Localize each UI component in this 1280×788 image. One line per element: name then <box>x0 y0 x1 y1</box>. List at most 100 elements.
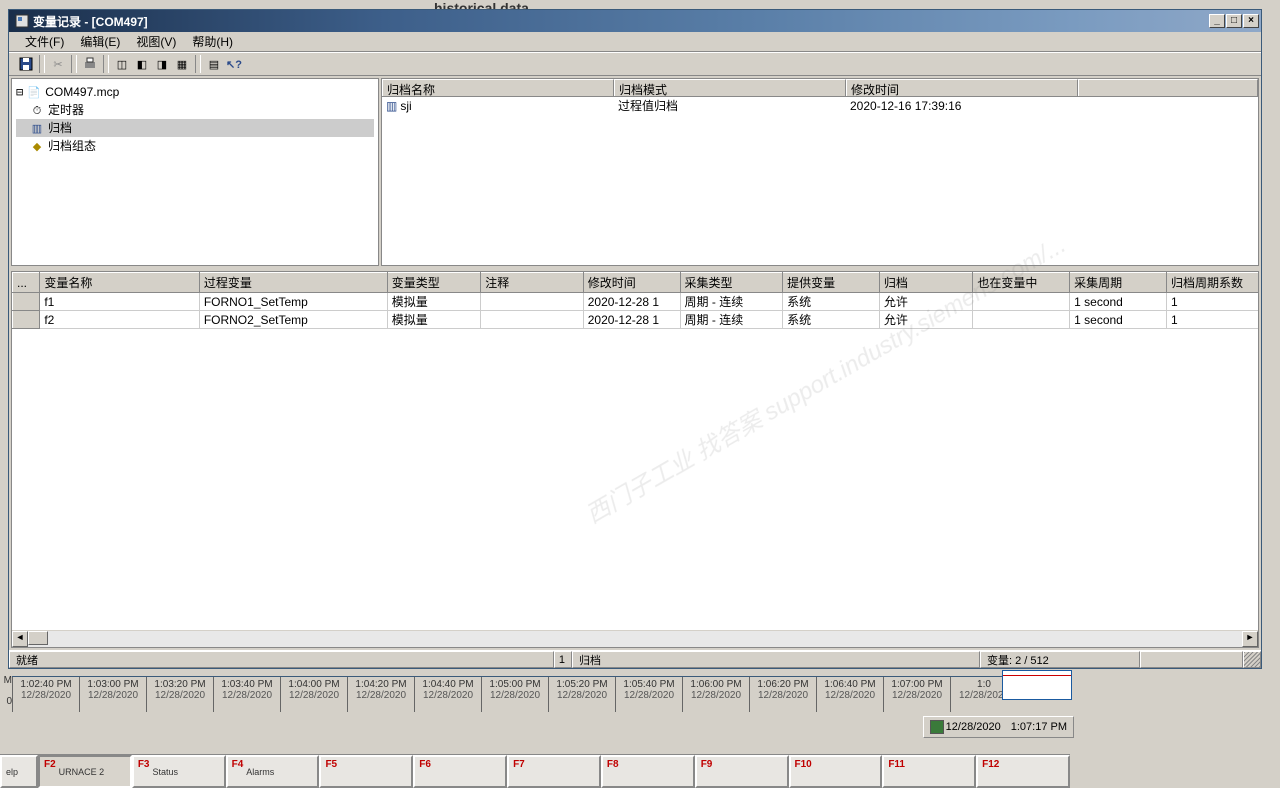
row-handle[interactable] <box>13 311 40 329</box>
cell-archive[interactable]: 允许 <box>879 311 972 329</box>
fkey-f2[interactable]: F2URNACE 2 <box>38 755 132 788</box>
cut-icon[interactable]: ✂ <box>49 55 67 73</box>
cell-vartype[interactable]: 模拟量 <box>387 311 480 329</box>
time-tick: 1:02:40 PM12/28/2020 <box>12 677 79 712</box>
col-alsoin[interactable]: 也在变量中 <box>973 273 1070 293</box>
scroll-right-button[interactable]: ► <box>1242 631 1258 647</box>
tree-item-archive[interactable]: ▥ 归档 <box>16 119 374 137</box>
menu-help[interactable]: 帮助(H) <box>184 31 241 52</box>
tool-icon-1[interactable]: ◫ <box>113 55 131 73</box>
table-row[interactable]: f1FORNO1_SetTemp模拟量 2020-12-28 1周期 - 连续系统… <box>13 293 1259 311</box>
col-comment[interactable]: 注释 <box>481 273 584 293</box>
row-handle[interactable] <box>13 293 40 311</box>
fkey-f5[interactable]: F5 <box>319 755 413 788</box>
cell-factor[interactable]: 1 <box>1166 293 1258 311</box>
grid-hscrollbar[interactable]: ◄ ► <box>12 630 1258 647</box>
fkey-help[interactable]: elp <box>0 755 38 788</box>
close-button[interactable]: × <box>1243 14 1259 28</box>
fkey-f6[interactable]: F6 <box>413 755 507 788</box>
archive-modtime-value: 2020-12-16 17:39:16 <box>846 99 1078 113</box>
time-tick: 1:05:40 PM12/28/2020 <box>615 677 682 712</box>
tray-icon[interactable] <box>930 720 944 734</box>
maximize-button[interactable]: □ <box>1226 14 1242 28</box>
cell-procvar[interactable]: FORNO2_SetTemp <box>199 311 387 329</box>
cell-comment[interactable] <box>481 311 584 329</box>
menu-file[interactable]: 文件(F) <box>17 31 72 52</box>
col-provvar[interactable]: 提供变量 <box>783 273 880 293</box>
col-factor[interactable]: 归档周期系数 <box>1166 273 1258 293</box>
cell-varname[interactable]: f2 <box>40 311 199 329</box>
tree-item-timer[interactable]: ⏱ 定时器 <box>16 101 374 119</box>
archive-list-header: 归档名称 归档模式 修改时间 <box>382 79 1258 97</box>
save-icon[interactable] <box>17 55 35 73</box>
scroll-thumb[interactable] <box>28 631 48 645</box>
tree-item-archive-config[interactable]: ◆ 归档组态 <box>16 137 374 155</box>
fkey-f11[interactable]: F11 <box>882 755 976 788</box>
col-colltype[interactable]: 采集类型 <box>680 273 783 293</box>
cell-cycle[interactable]: 1 second <box>1070 311 1167 329</box>
col-rowhandle[interactable]: ... <box>13 273 40 293</box>
col-archive-name[interactable]: 归档名称 <box>382 79 614 96</box>
tree-pane[interactable]: ⊟ 📄 COM497.mcp ⏱ 定时器 ▥ 归档 ◆ 归档组态 <box>11 78 379 266</box>
menu-edit[interactable]: 编辑(E) <box>72 31 128 52</box>
cell-alsoin[interactable] <box>973 293 1070 311</box>
cell-colltype[interactable]: 周期 - 连续 <box>680 311 783 329</box>
col-vartype[interactable]: 变量类型 <box>387 273 480 293</box>
tool-icon-2[interactable]: ◧ <box>133 55 151 73</box>
app-icon <box>15 14 29 28</box>
system-tray: 12/28/2020 1:07:17 PM <box>923 716 1074 738</box>
scroll-left-button[interactable]: ◄ <box>12 631 28 647</box>
cell-modtime[interactable]: 2020-12-28 1 <box>583 311 680 329</box>
function-key-bar: elp F2URNACE 2F3StatusF4AlarmsF5F6F7F8F9… <box>0 754 1070 788</box>
status-section: 归档 <box>572 651 980 668</box>
cell-archive[interactable]: 允许 <box>879 293 972 311</box>
config-icon: ◆ <box>30 139 44 153</box>
col-procvar[interactable]: 过程变量 <box>199 273 387 293</box>
cell-alsoin[interactable] <box>973 311 1070 329</box>
variable-grid[interactable]: ... 变量名称 过程变量 变量类型 注释 修改时间 采集类型 提供变量 归档 … <box>12 272 1258 329</box>
cell-comment[interactable] <box>481 293 584 311</box>
minimize-button[interactable]: _ <box>1209 14 1225 28</box>
resize-grip[interactable] <box>1243 651 1261 668</box>
fkey-f4[interactable]: F4Alarms <box>226 755 320 788</box>
toolbar: ✂ ◫ ◧ ◨ ▦ ▤ ↖? <box>9 52 1261 76</box>
titlebar: 变量记录 - [COM497] _ □ × <box>9 10 1261 32</box>
table-row[interactable]: f2FORNO2_SetTemp模拟量 2020-12-28 1周期 - 连续系统… <box>13 311 1259 329</box>
fkey-f12[interactable]: F12 <box>976 755 1070 788</box>
fkey-f9[interactable]: F9 <box>695 755 789 788</box>
cell-modtime[interactable]: 2020-12-28 1 <box>583 293 680 311</box>
time-tick: 1:04:00 PM12/28/2020 <box>280 677 347 712</box>
time-tick: 1:05:20 PM12/28/2020 <box>548 677 615 712</box>
time-tick: 1:06:40 PM12/28/2020 <box>816 677 883 712</box>
fkey-f7[interactable]: F7 <box>507 755 601 788</box>
menu-view[interactable]: 视图(V) <box>128 31 184 52</box>
cell-varname[interactable]: f1 <box>40 293 199 311</box>
cell-factor[interactable]: 1 <box>1166 311 1258 329</box>
fkey-f3[interactable]: F3Status <box>132 755 226 788</box>
col-modtime[interactable]: 修改时间 <box>583 273 680 293</box>
print-icon[interactable] <box>81 55 99 73</box>
col-varname[interactable]: 变量名称 <box>40 273 199 293</box>
fkey-f10[interactable]: F10 <box>789 755 883 788</box>
col-modtime[interactable]: 修改时间 <box>846 79 1078 96</box>
props-icon[interactable]: ▤ <box>205 55 223 73</box>
col-archive[interactable]: 归档 <box>879 273 972 293</box>
status-spacer <box>1140 651 1243 668</box>
cell-procvar[interactable]: FORNO1_SetTemp <box>199 293 387 311</box>
archive-name-value: sji <box>400 99 411 113</box>
tree-root[interactable]: ⊟ 📄 COM497.mcp <box>16 83 374 101</box>
help-icon[interactable]: ↖? <box>225 55 243 73</box>
cell-vartype[interactable]: 模拟量 <box>387 293 480 311</box>
cell-cycle[interactable]: 1 second <box>1070 293 1167 311</box>
time-tick: 1:03:00 PM12/28/2020 <box>79 677 146 712</box>
cell-provvar[interactable]: 系统 <box>783 311 880 329</box>
tool-icon-3[interactable]: ◨ <box>153 55 171 73</box>
col-cycle[interactable]: 采集周期 <box>1070 273 1167 293</box>
grid-icon[interactable]: ▦ <box>173 55 191 73</box>
archive-row-icon: ▥ <box>386 99 397 113</box>
cell-colltype[interactable]: 周期 - 连续 <box>680 293 783 311</box>
fkey-f8[interactable]: F8 <box>601 755 695 788</box>
cell-provvar[interactable]: 系统 <box>783 293 880 311</box>
col-archive-mode[interactable]: 归档模式 <box>614 79 846 96</box>
archive-row[interactable]: ▥ sji 过程值归档 2020-12-16 17:39:16 <box>382 97 1258 114</box>
